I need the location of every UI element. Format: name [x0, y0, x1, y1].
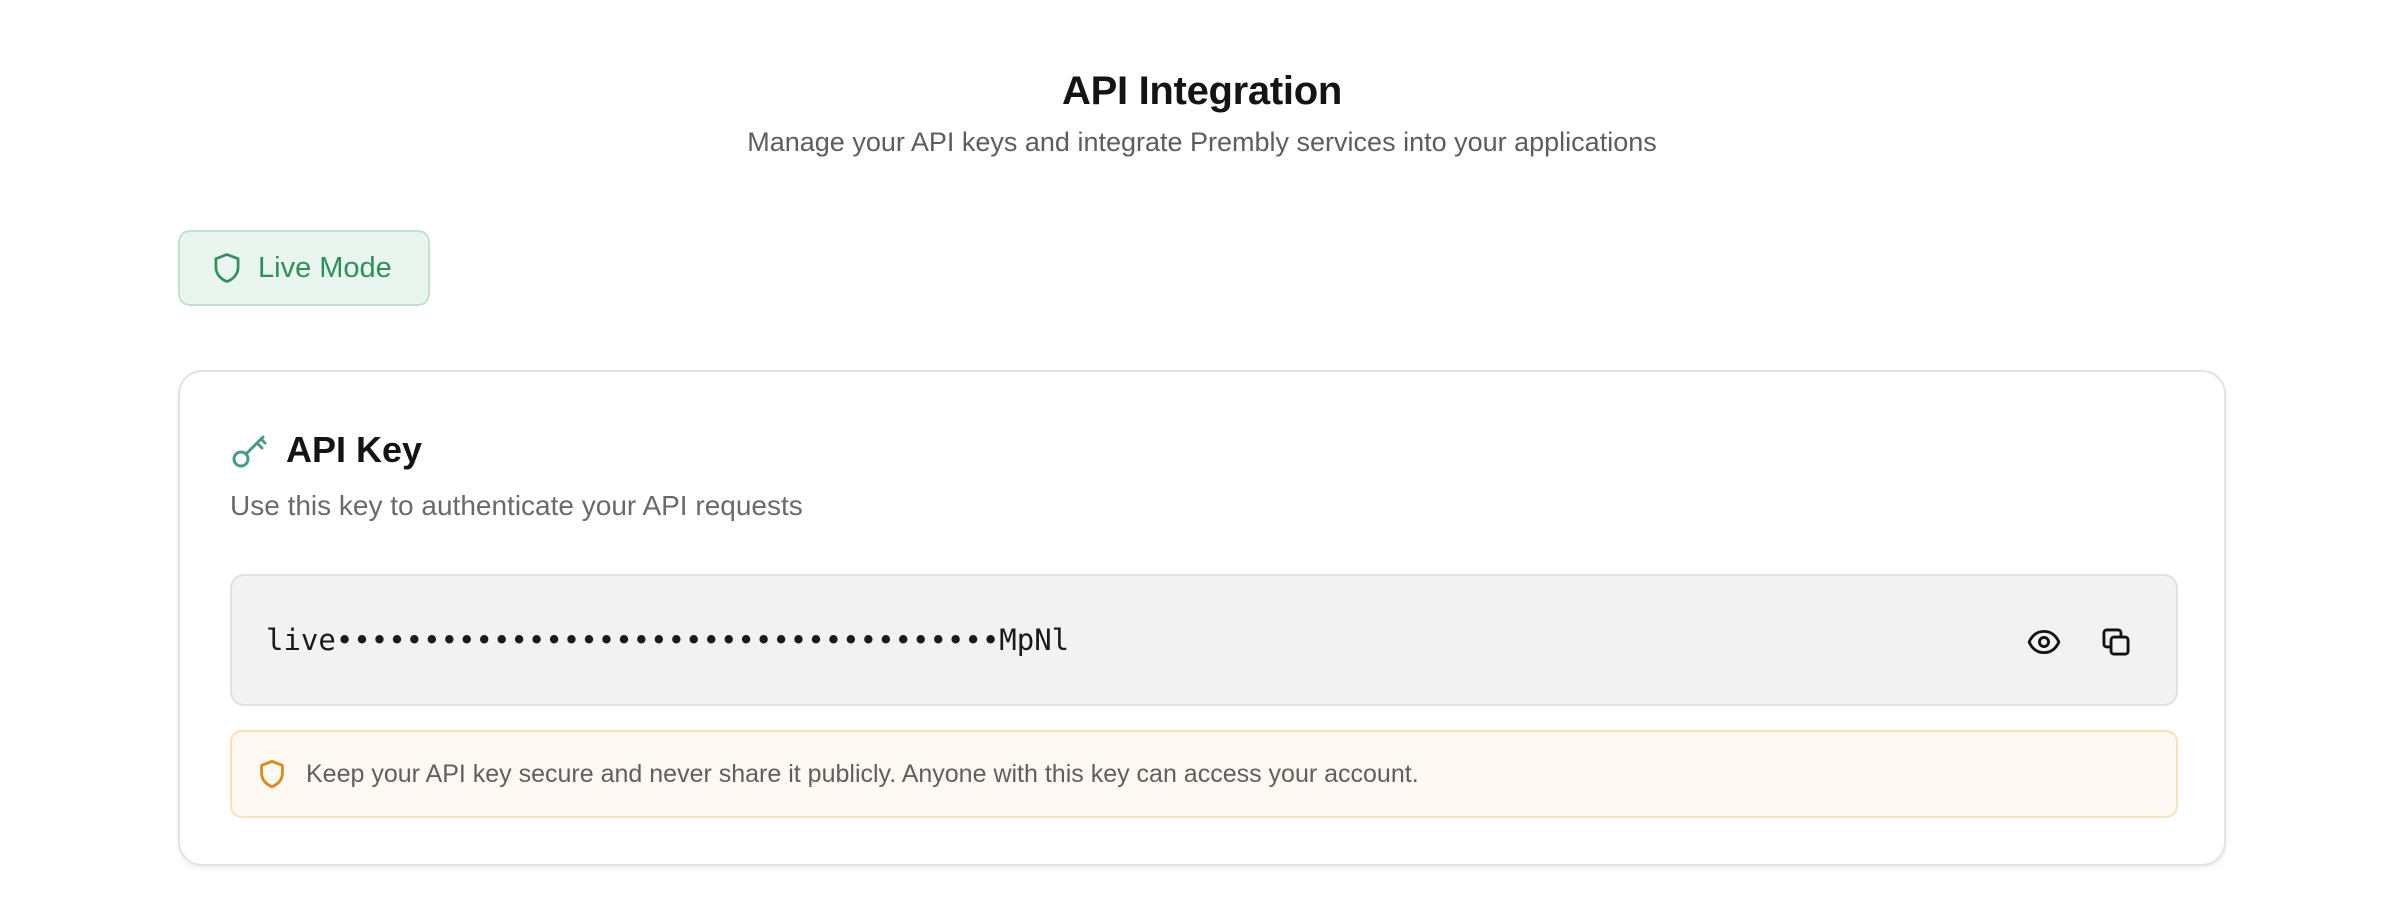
live-mode-badge[interactable]: Live Mode	[178, 230, 430, 306]
page-header: API Integration Manage your API keys and…	[0, 66, 2390, 160]
api-key-card-header: API Key	[230, 428, 422, 472]
eye-icon	[2027, 625, 2061, 659]
shield-icon	[212, 252, 242, 284]
api-key-field: live••••••••••••••••••••••••••••••••••••…	[230, 574, 2178, 706]
shield-icon	[258, 759, 286, 789]
copy-key-button[interactable]	[2094, 620, 2138, 664]
api-key-title: API Key	[286, 429, 423, 470]
api-key-value[interactable]: live••••••••••••••••••••••••••••••••••••…	[266, 620, 1069, 660]
security-warning: Keep your API key secure and never share…	[230, 730, 2178, 818]
reveal-key-button[interactable]	[2022, 620, 2066, 664]
api-key-card: API Key Use this key to authenticate you…	[178, 370, 2226, 866]
page-subtitle: Manage your API keys and integrate Premb…	[747, 127, 1657, 157]
security-warning-text: Keep your API key secure and never share…	[306, 760, 1419, 788]
page-title: API Integration	[1062, 69, 1342, 113]
copy-icon	[2099, 625, 2133, 659]
api-key-description: Use this key to authenticate your API re…	[230, 490, 803, 521]
key-icon	[230, 430, 270, 470]
live-mode-label: Live Mode	[258, 251, 392, 284]
